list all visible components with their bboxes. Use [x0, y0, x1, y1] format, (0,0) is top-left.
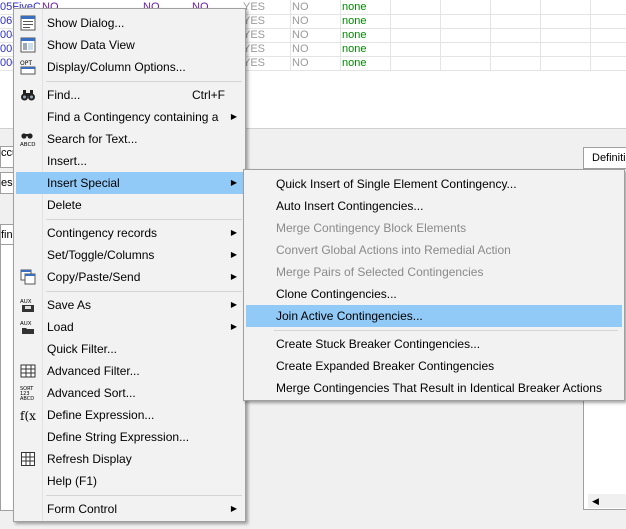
submenu-arrow-icon: ▶ — [230, 322, 237, 331]
row-cell: none — [342, 57, 367, 69]
row-cell: YES — [243, 1, 266, 13]
load-icon: AUX — [20, 319, 36, 335]
column-divider — [540, 0, 541, 70]
menu-separator — [274, 330, 618, 331]
tab-definition[interactable]: Definiti — [583, 147, 626, 169]
sort-icon: SORT 123 ABCD — [20, 385, 36, 402]
search-text-icon: ABCD — [20, 131, 36, 148]
menu-item-display-column-options[interactable]: OPT Display/Column Options... — [16, 56, 243, 78]
submenu-item-merge-identical-breaker[interactable]: Merge Contingencies That Result in Ident… — [246, 377, 622, 399]
row-cell: none — [342, 15, 367, 27]
menu-item-find[interactable]: Find... Ctrl+F — [16, 84, 243, 106]
row-cell: NO — [292, 57, 309, 69]
submenu-arrow-icon: ▶ — [230, 272, 237, 281]
left-fragment: es — [0, 172, 14, 194]
svg-text:AUX: AUX — [20, 321, 32, 327]
row-id: 004 — [0, 29, 14, 41]
menu-item-contingency-records[interactable]: Contingency records ▶ — [16, 222, 243, 244]
menu-separator — [46, 495, 242, 496]
shortcut-label: Ctrl+F — [192, 88, 225, 102]
menu-item-save-as[interactable]: AUX Save As ▶ — [16, 294, 243, 316]
submenu-arrow-icon: ▶ — [230, 250, 237, 259]
column-divider — [490, 0, 491, 70]
left-pane — [0, 244, 14, 511]
row-cell: NO — [292, 1, 309, 13]
submenu-arrow-icon: ▶ — [230, 112, 237, 121]
menu-item-define-expression[interactable]: f(x) Define Expression... — [16, 404, 243, 426]
submenu-item-expanded-breaker[interactable]: Create Expanded Breaker Contingencies — [246, 355, 622, 377]
submenu-item-join-active[interactable]: Join Active Contingencies... — [246, 305, 622, 327]
row-cell: none — [342, 1, 367, 13]
binoculars-icon — [20, 87, 36, 103]
submenu-item-merge-pairs: Merge Pairs of Selected Contingencies — [276, 265, 484, 279]
dialog-icon — [20, 15, 36, 31]
menu-separator — [46, 291, 242, 292]
options-icon: OPT — [20, 59, 36, 75]
menu-item-insert-special[interactable]: Insert Special ▶ — [16, 172, 243, 194]
menu-item-define-string-expression[interactable]: Define String Expression... — [16, 426, 243, 448]
svg-text:OPT: OPT — [20, 60, 32, 67]
menu-separator — [46, 81, 242, 82]
menu-item-help[interactable]: Help (F1) — [16, 470, 243, 492]
menu-item-delete[interactable]: Delete — [16, 194, 243, 216]
row-cell: YES — [243, 43, 266, 55]
svg-text:f(x): f(x) — [20, 409, 36, 423]
left-fragment: fini — [0, 224, 14, 246]
menu-item-show-dialog[interactable]: Show Dialog... — [16, 12, 243, 34]
menu-item-set-toggle-columns[interactable]: Set/Toggle/Columns ▶ — [16, 244, 243, 266]
submenu-arrow-icon: ▶ — [230, 300, 237, 309]
row-cell: NO — [292, 15, 309, 27]
row-id: 000 — [0, 57, 14, 69]
submenu-arrow-icon: ▶ — [230, 228, 237, 237]
row-id: 069 — [0, 15, 14, 27]
save-as-icon: AUX — [20, 297, 36, 313]
copy-paste-icon — [20, 269, 36, 285]
row-cell: YES — [243, 57, 266, 69]
row-cell: YES — [243, 15, 266, 27]
menu-item-search-text[interactable]: ABCD Search for Text... — [16, 128, 243, 150]
filter-icon — [20, 363, 36, 379]
context-menu: Show Dialog... Show Data View OPT Displa… — [13, 8, 246, 522]
submenu-item-quick-insert[interactable]: Quick Insert of Single Element Contingen… — [246, 173, 622, 195]
row-cell: NO — [292, 29, 309, 41]
menu-item-quick-filter[interactable]: Quick Filter... — [16, 338, 243, 360]
dataview-icon — [20, 37, 36, 53]
menu-item-form-control[interactable]: Form Control ▶ — [16, 498, 243, 520]
submenu-item-auto-insert[interactable]: Auto Insert Contingencies... — [246, 195, 622, 217]
column-divider — [340, 0, 341, 70]
column-divider — [390, 0, 391, 70]
row-cell: none — [342, 29, 367, 41]
grid-icon — [20, 451, 36, 467]
fx-icon: f(x) — [20, 407, 41, 423]
column-divider — [590, 0, 591, 70]
submenu-item-merge-block-elements: Merge Contingency Block Elements — [276, 221, 467, 235]
row-id: 005 — [0, 43, 14, 55]
menu-item-find-contingency[interactable]: Find a Contingency containing a ▶ — [16, 106, 243, 128]
svg-text:AUX: AUX — [20, 299, 32, 305]
column-divider — [290, 0, 291, 70]
row-cell: NO — [292, 43, 309, 55]
row-cell: none — [342, 43, 367, 55]
row-cell: YES — [243, 29, 266, 41]
svg-text:ABCD: ABCD — [20, 142, 36, 147]
submenu-item-clone[interactable]: Clone Contingencies... — [246, 283, 622, 305]
submenu-item-stuck-breaker[interactable]: Create Stuck Breaker Contingencies... — [246, 333, 622, 355]
menu-item-refresh-display[interactable]: Refresh Display — [16, 448, 243, 470]
menu-item-advanced-sort[interactable]: SORT 123 ABCD Advanced Sort... — [16, 382, 243, 404]
menu-item-load[interactable]: AUX Load ▶ — [16, 316, 243, 338]
menu-item-copy-paste-send[interactable]: Copy/Paste/Send ▶ — [16, 266, 243, 288]
menu-separator — [46, 219, 242, 220]
left-fragment: ccu — [0, 146, 14, 168]
column-divider — [440, 0, 441, 70]
svg-text:ABCD: ABCD — [20, 396, 34, 401]
submenu-arrow-icon: ▶ — [230, 178, 237, 187]
menu-item-insert[interactable]: Insert... — [16, 150, 243, 172]
menu-item-advanced-filter[interactable]: Advanced Filter... — [16, 360, 243, 382]
scroll-left-button[interactable]: ◀ — [588, 494, 626, 508]
submenu-item-convert-global-actions: Convert Global Actions into Remedial Act… — [276, 243, 511, 257]
insert-special-submenu: Quick Insert of Single Element Contingen… — [243, 169, 625, 401]
menu-item-show-data-view[interactable]: Show Data View — [16, 34, 243, 56]
submenu-arrow-icon: ▶ — [230, 504, 237, 513]
